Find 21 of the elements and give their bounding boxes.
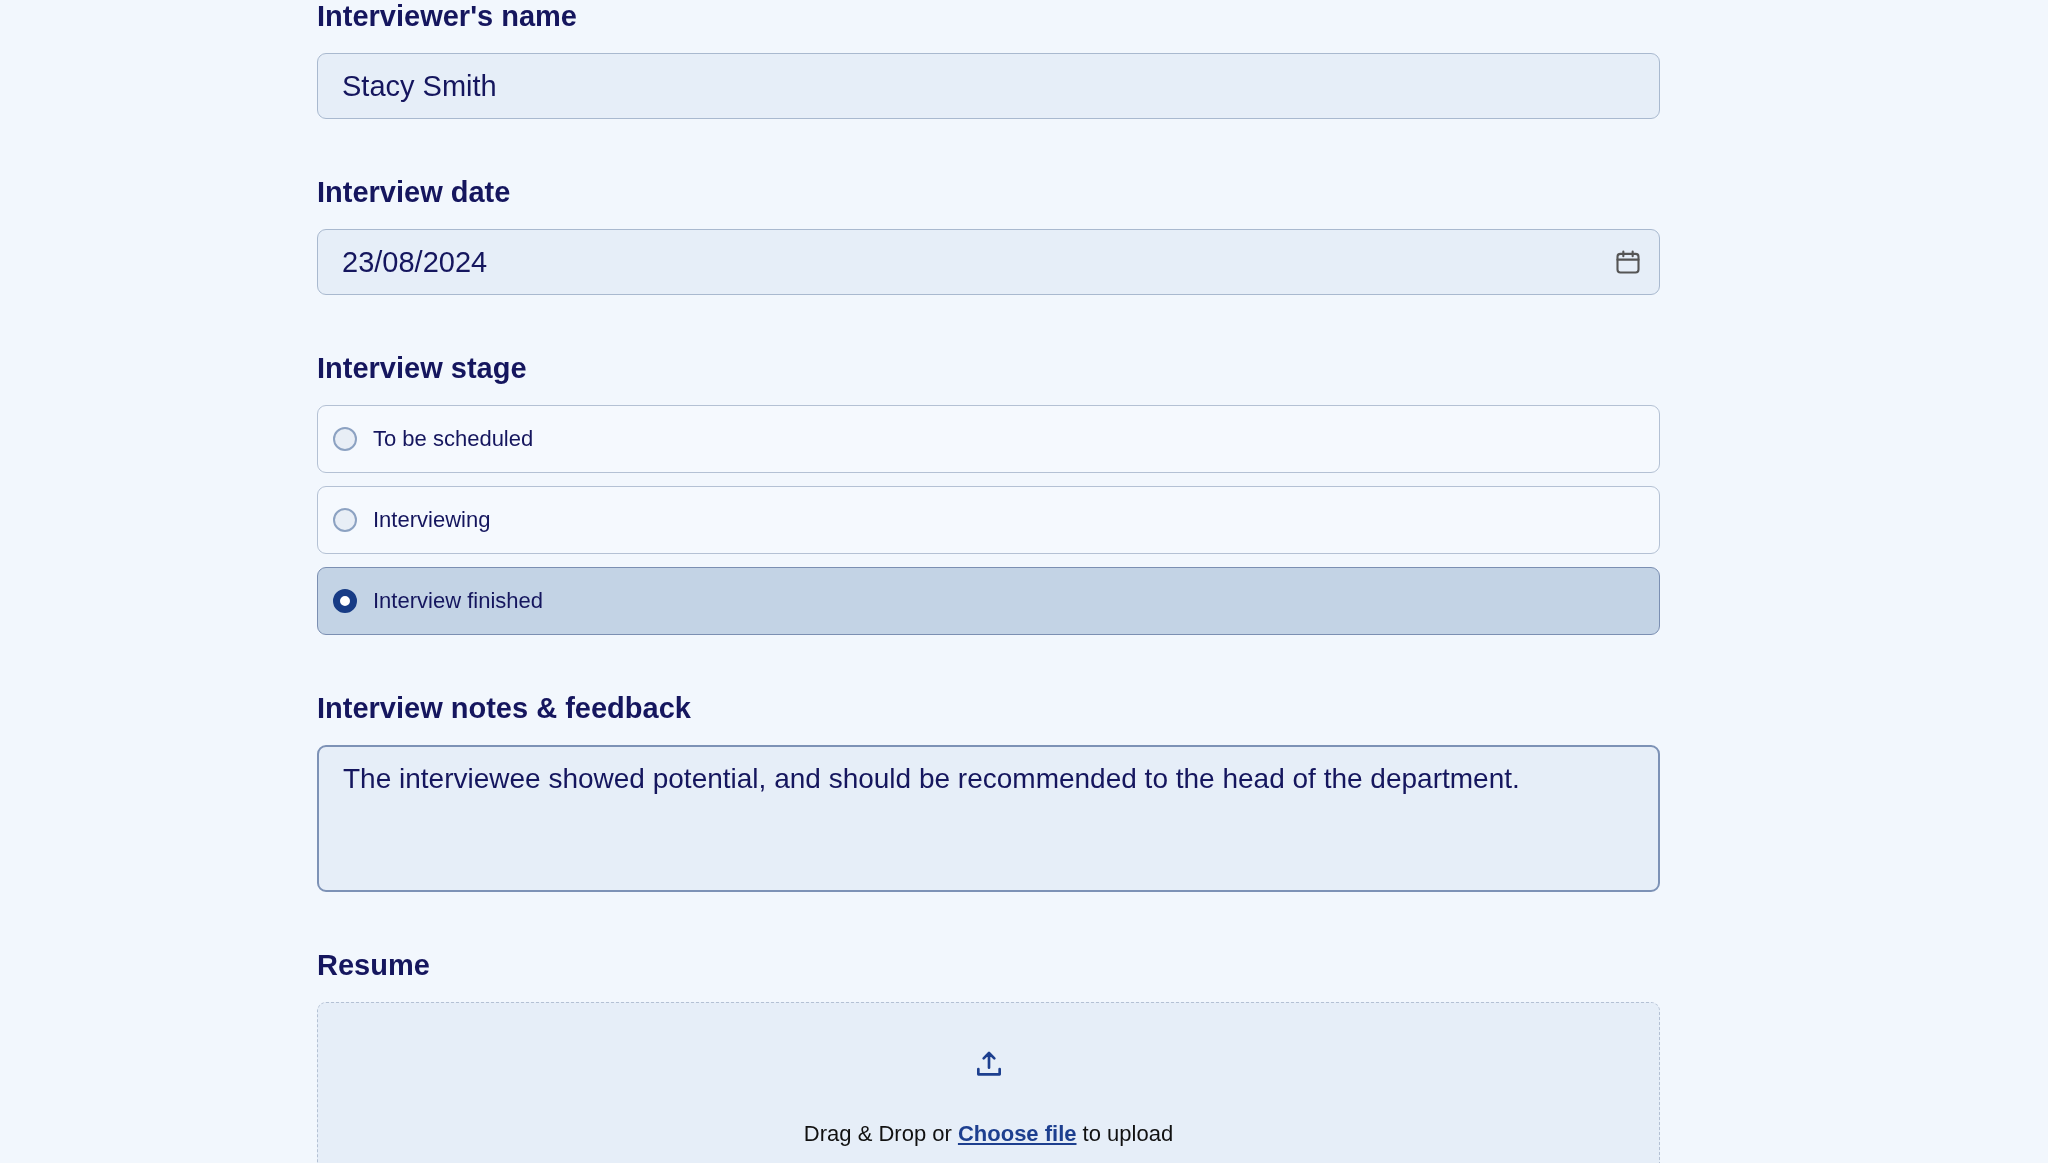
choose-file-link[interactable]: Choose file [957, 1121, 1077, 1146]
field-label: Interview notes & feedback [317, 692, 692, 725]
notes-field[interactable]: The interviewee showed potential, and should be recommended to the head of the department. [317, 745, 1660, 892]
field-label: Interview stage [317, 352, 528, 385]
option-label: Interviewing [373, 507, 491, 533]
option-label: To be scheduled [373, 426, 534, 452]
field-label: Interview date [317, 176, 512, 209]
calendar-icon[interactable] [1614, 248, 1642, 276]
name-field[interactable]: Stacy Smith [317, 53, 1660, 119]
radio-button[interactable] [333, 427, 357, 451]
upload-instructions: Drag & Drop or Choose file to upload [803, 1121, 1174, 1147]
upload-dropzone[interactable]: Drag & Drop or Choose file to upload [317, 1002, 1660, 1163]
option-label: Interview finished [373, 588, 543, 614]
radio-option[interactable]: Interviewing [317, 486, 1660, 554]
radio-option[interactable]: Interview finished [317, 567, 1660, 635]
date-field[interactable]: 23/08/2024 [317, 229, 1660, 295]
radio-button[interactable] [333, 508, 357, 532]
field-label: Resume [317, 949, 431, 982]
radio-option[interactable]: To be scheduled [317, 405, 1660, 473]
radio-button[interactable] [333, 589, 357, 613]
field-label: Interviewer's name [317, 0, 578, 33]
